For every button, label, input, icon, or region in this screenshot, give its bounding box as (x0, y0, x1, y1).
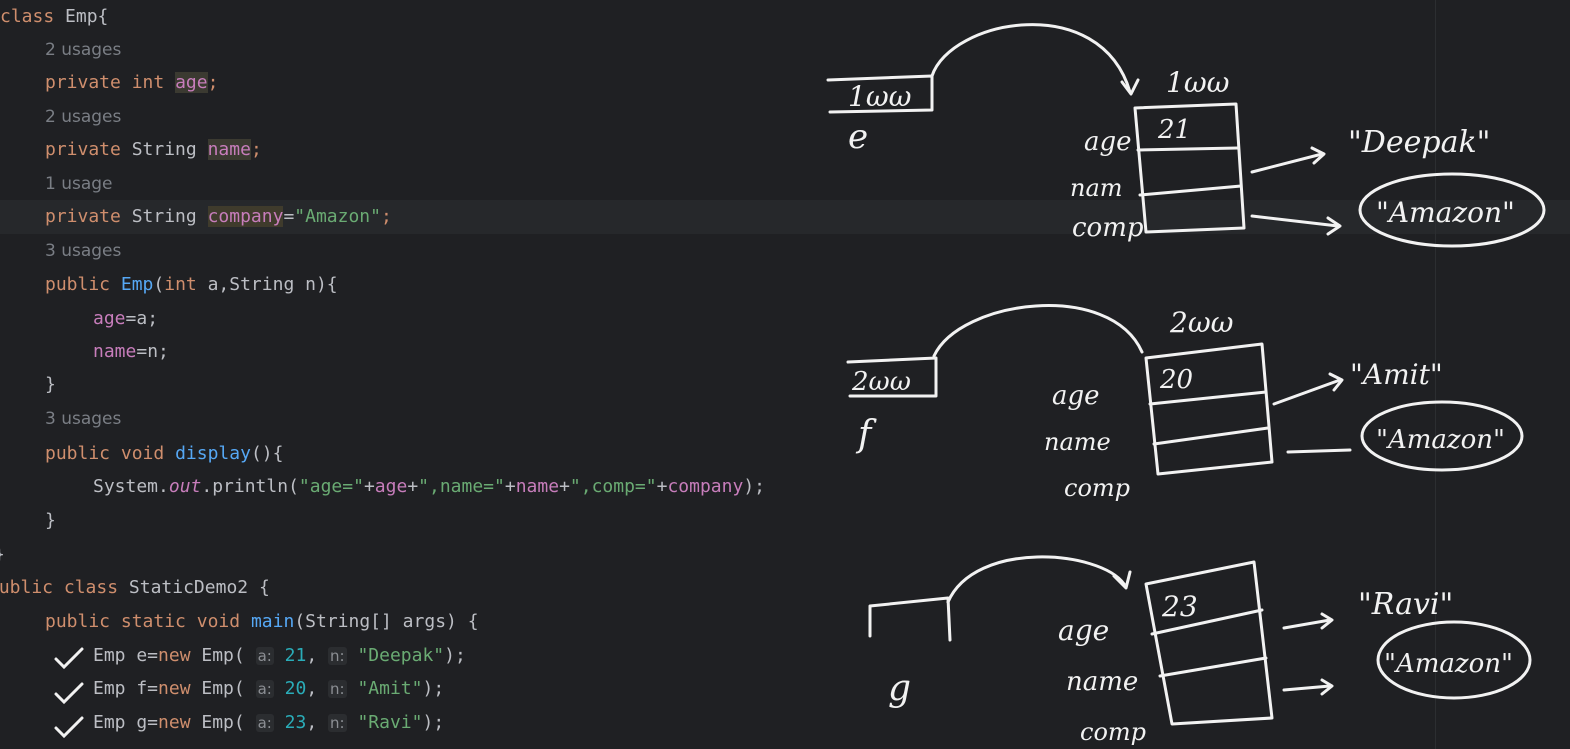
field-label-name: name (1066, 667, 1138, 697)
age-value: 20 (1159, 365, 1193, 395)
field-label-company: comp (1080, 718, 1146, 746)
name-pointer (1250, 152, 1324, 174)
object-diagram-e: 1ωω e 1ωω 21 age nam comp "Deepak" "Amaz… (826, 23, 1546, 248)
reference-box (868, 596, 952, 642)
object-diagram-g: g 23 age name comp "Ravi" "Amazon" (868, 555, 1532, 746)
name-pointer (1272, 378, 1342, 406)
object-address: 1ωω (1166, 66, 1230, 99)
string-name: "Ravi" (1358, 587, 1453, 622)
field-label-company: comp (1064, 474, 1130, 502)
reference-value: 1ωω (848, 80, 912, 113)
object-diagram-f: 2ωω f 2ωω 20 age name comp "Amit" "Amazo… (846, 304, 1524, 502)
field-label-age: age (1058, 614, 1109, 647)
string-company: "Amazon" (1376, 196, 1515, 229)
object-box (1144, 560, 1274, 726)
reference-variable: g (888, 668, 911, 709)
string-name: "Deepak" (1348, 125, 1490, 160)
reference-variable: e (848, 117, 868, 157)
field-divider (1136, 146, 1240, 152)
company-pointer (1282, 684, 1332, 692)
string-company: "Amazon" (1376, 425, 1505, 455)
object-address: 2ωω (1169, 306, 1234, 339)
string-company: "Amazon" (1384, 649, 1513, 679)
field-divider (1152, 426, 1270, 446)
company-pointer (1250, 214, 1340, 228)
company-pointer (1286, 448, 1352, 454)
field-label-name: nam (1070, 174, 1123, 202)
string-name: "Amit" (1350, 358, 1443, 391)
field-label-company: comp (1072, 213, 1144, 243)
field-label-age: age (1084, 127, 1132, 157)
object-box (1144, 342, 1274, 476)
reference-value: 2ωω (851, 367, 911, 397)
field-divider (1138, 184, 1243, 197)
age-value: 21 (1157, 115, 1191, 145)
reference-arrow (930, 23, 1132, 94)
age-value: 23 (1161, 590, 1198, 623)
reference-variable: f (855, 414, 877, 455)
field-divider (1158, 656, 1268, 678)
arrow-head (1120, 78, 1140, 96)
reference-arrow (932, 304, 1144, 358)
field-label-name: name (1044, 428, 1111, 456)
memory-diagram-sketch: 1ωω e 1ωω 21 age nam comp "Deepak" "Amaz… (826, 23, 1546, 746)
reference-arrow (946, 555, 1126, 604)
field-label-age: age (1052, 381, 1100, 411)
